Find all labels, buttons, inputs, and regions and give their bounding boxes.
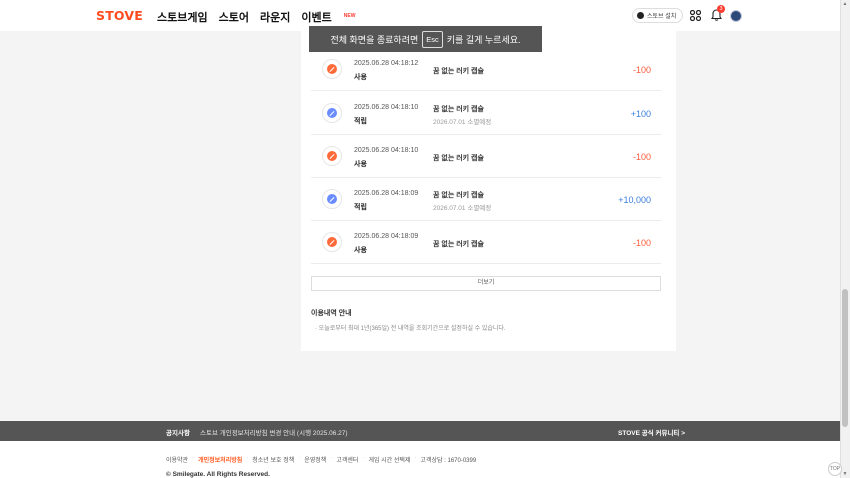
item-type: 사용 [354, 74, 367, 81]
capsule-save-icon [322, 189, 342, 209]
divider: · [414, 455, 417, 461]
footer-link-support[interactable]: 고객센터 [336, 455, 358, 464]
item-amount: +100 [630, 109, 651, 119]
official-community-link[interactable]: STOVE 공식 커뮤니티 > [618, 427, 685, 437]
footer-link-terms[interactable]: 이용약관 [166, 455, 188, 464]
item-amount: +10,000 [618, 195, 651, 205]
nav-item-lounge[interactable]: 라운지 [260, 9, 290, 25]
item-expiry: 2026.07.01 소멸예정 [433, 205, 492, 212]
capsule-use-icon [322, 232, 342, 252]
scroll-to-top-button[interactable]: TOP [828, 462, 842, 476]
scrollbar-thumb[interactable] [842, 289, 848, 427]
announcement-bar: 공지사항 스토브 개인정보처리방침 변경 안내 (시행 2025.06.27) … [0, 421, 840, 441]
usage-history-panel: 2025.06.28 04:18:12 사용 꿈 없는 러키 캡슐 -100 2… [301, 31, 676, 351]
toast-text-before: 전체 화면을 종료하려면 [330, 34, 419, 45]
footer-link-privacy[interactable]: 개인정보처리방침 [198, 455, 242, 464]
item-description: 꿈 없는 러키 캡슐 [433, 192, 484, 199]
main-nav: 스토브게임 스토어 라운지 이벤트 NEW [157, 9, 355, 25]
item-amount: -100 [632, 65, 651, 75]
esc-key-label: Esc [422, 30, 443, 48]
footer-link-youth[interactable]: 청소년 보호 정책 [252, 455, 294, 464]
list-item: 2025.06.28 04:18:09 사용 꿈 없는 러키 캡슐 -100 [311, 221, 661, 264]
footer-link-game-time[interactable]: 게임 시간 선택제 [368, 455, 410, 464]
list-item: 2025.06.28 04:18:09 적립 꿈 없는 러키 캡슐 2026.0… [311, 178, 661, 221]
copyright: © Smilegate. All Rights Reserved. [166, 471, 270, 478]
load-more-button[interactable]: 더보기 [311, 276, 661, 291]
capsule-use-icon [322, 59, 342, 79]
capsule-save-icon [322, 103, 342, 123]
apps-grid-icon[interactable] [690, 10, 701, 21]
notification-count-badge: 3 [717, 5, 725, 13]
scroll-up-arrow-icon[interactable]: ▲ [842, 1, 848, 7]
item-type: 사용 [354, 247, 367, 254]
list-item: 2025.06.28 04:18:10 사용 꿈 없는 러키 캡슐 -100 [311, 135, 661, 178]
usage-notice-text: 오늘로부터 최대 1년(365일) 전 내역을 조회기간으로 설정하실 수 있습… [318, 326, 506, 332]
announcement-label: 공지사항 [166, 430, 190, 437]
item-expiry: 2026.07.01 소멸예정 [433, 119, 492, 126]
nav-item-store[interactable]: 스토어 [219, 9, 249, 25]
item-type: 적립 [354, 118, 367, 125]
avatar[interactable] [730, 10, 742, 22]
divider: · [362, 455, 365, 461]
announcement-link[interactable]: 스토브 개인정보처리방침 변경 안내 (시행 2025.06.27) [200, 427, 348, 437]
toast-text-after: 키를 길게 누르세요. [446, 34, 521, 45]
fullscreen-exit-toast: 전체 화면을 종료하려면 Esc 키를 길게 누르세요. [309, 26, 542, 52]
item-description: 꿈 없는 러키 캡슐 [433, 155, 484, 162]
download-icon [637, 12, 644, 19]
divider: · [298, 455, 301, 461]
capsule-use-icon [322, 146, 342, 166]
item-description: 꿈 없는 러키 캡슐 [433, 68, 484, 75]
footer-link-policy[interactable]: 운영정책 [304, 455, 326, 464]
item-date: 2025.06.28 04:18:10 [354, 147, 419, 154]
list-item: 2025.06.28 04:18:12 사용 꿈 없는 러키 캡슐 -100 [311, 48, 661, 91]
new-badge: NEW [343, 13, 356, 19]
item-description: 꿈 없는 러키 캡슐 [433, 241, 484, 248]
divider: · [192, 455, 195, 461]
item-amount: -100 [632, 152, 651, 162]
scroll-down-arrow-icon[interactable]: ▼ [842, 471, 848, 477]
item-amount: -100 [632, 238, 651, 248]
nav-item-events[interactable]: 이벤트 NEW [301, 9, 355, 25]
item-description: 꿈 없는 러키 캡슐 [433, 106, 484, 113]
usage-notice-item: · 오늘로부터 최대 1년(365일) 전 내역을 조회기간으로 설정하실 수 … [315, 326, 506, 332]
item-type: 사용 [354, 161, 367, 168]
footer-phone: 고객상담 : 1670-0399 [420, 458, 477, 464]
item-date: 2025.06.28 04:18:09 [354, 233, 419, 240]
item-date: 2025.06.28 04:18:12 [354, 60, 419, 67]
stove-logo[interactable]: STOVE [96, 8, 143, 23]
item-date: 2025.06.28 04:18:09 [354, 190, 419, 197]
divider: · [246, 455, 249, 461]
install-stove-button[interactable]: 스토브 설치 [632, 8, 684, 23]
install-label: 스토브 설치 [647, 14, 677, 20]
divider: · [330, 455, 333, 461]
item-date: 2025.06.28 04:18:10 [354, 104, 419, 111]
nav-item-events-label: 이벤트 [301, 12, 332, 24]
list-item: 2025.06.28 04:18:10 적립 꿈 없는 러키 캡슐 2026.0… [311, 92, 661, 135]
footer: 이용약관 · 개인정보처리방침 · 청소년 보호 정책 · 운영정책 · 고객센터 · 게… [0, 441, 840, 478]
footer-links: 이용약관 · 개인정보처리방침 · 청소년 보호 정책 · 운영정책 · 고객센터 · 게… [166, 455, 476, 464]
nav-item-games[interactable]: 스토브게임 [157, 9, 208, 25]
usage-notice-title: 이용내역 안내 [311, 310, 352, 317]
item-type: 적립 [354, 204, 367, 211]
